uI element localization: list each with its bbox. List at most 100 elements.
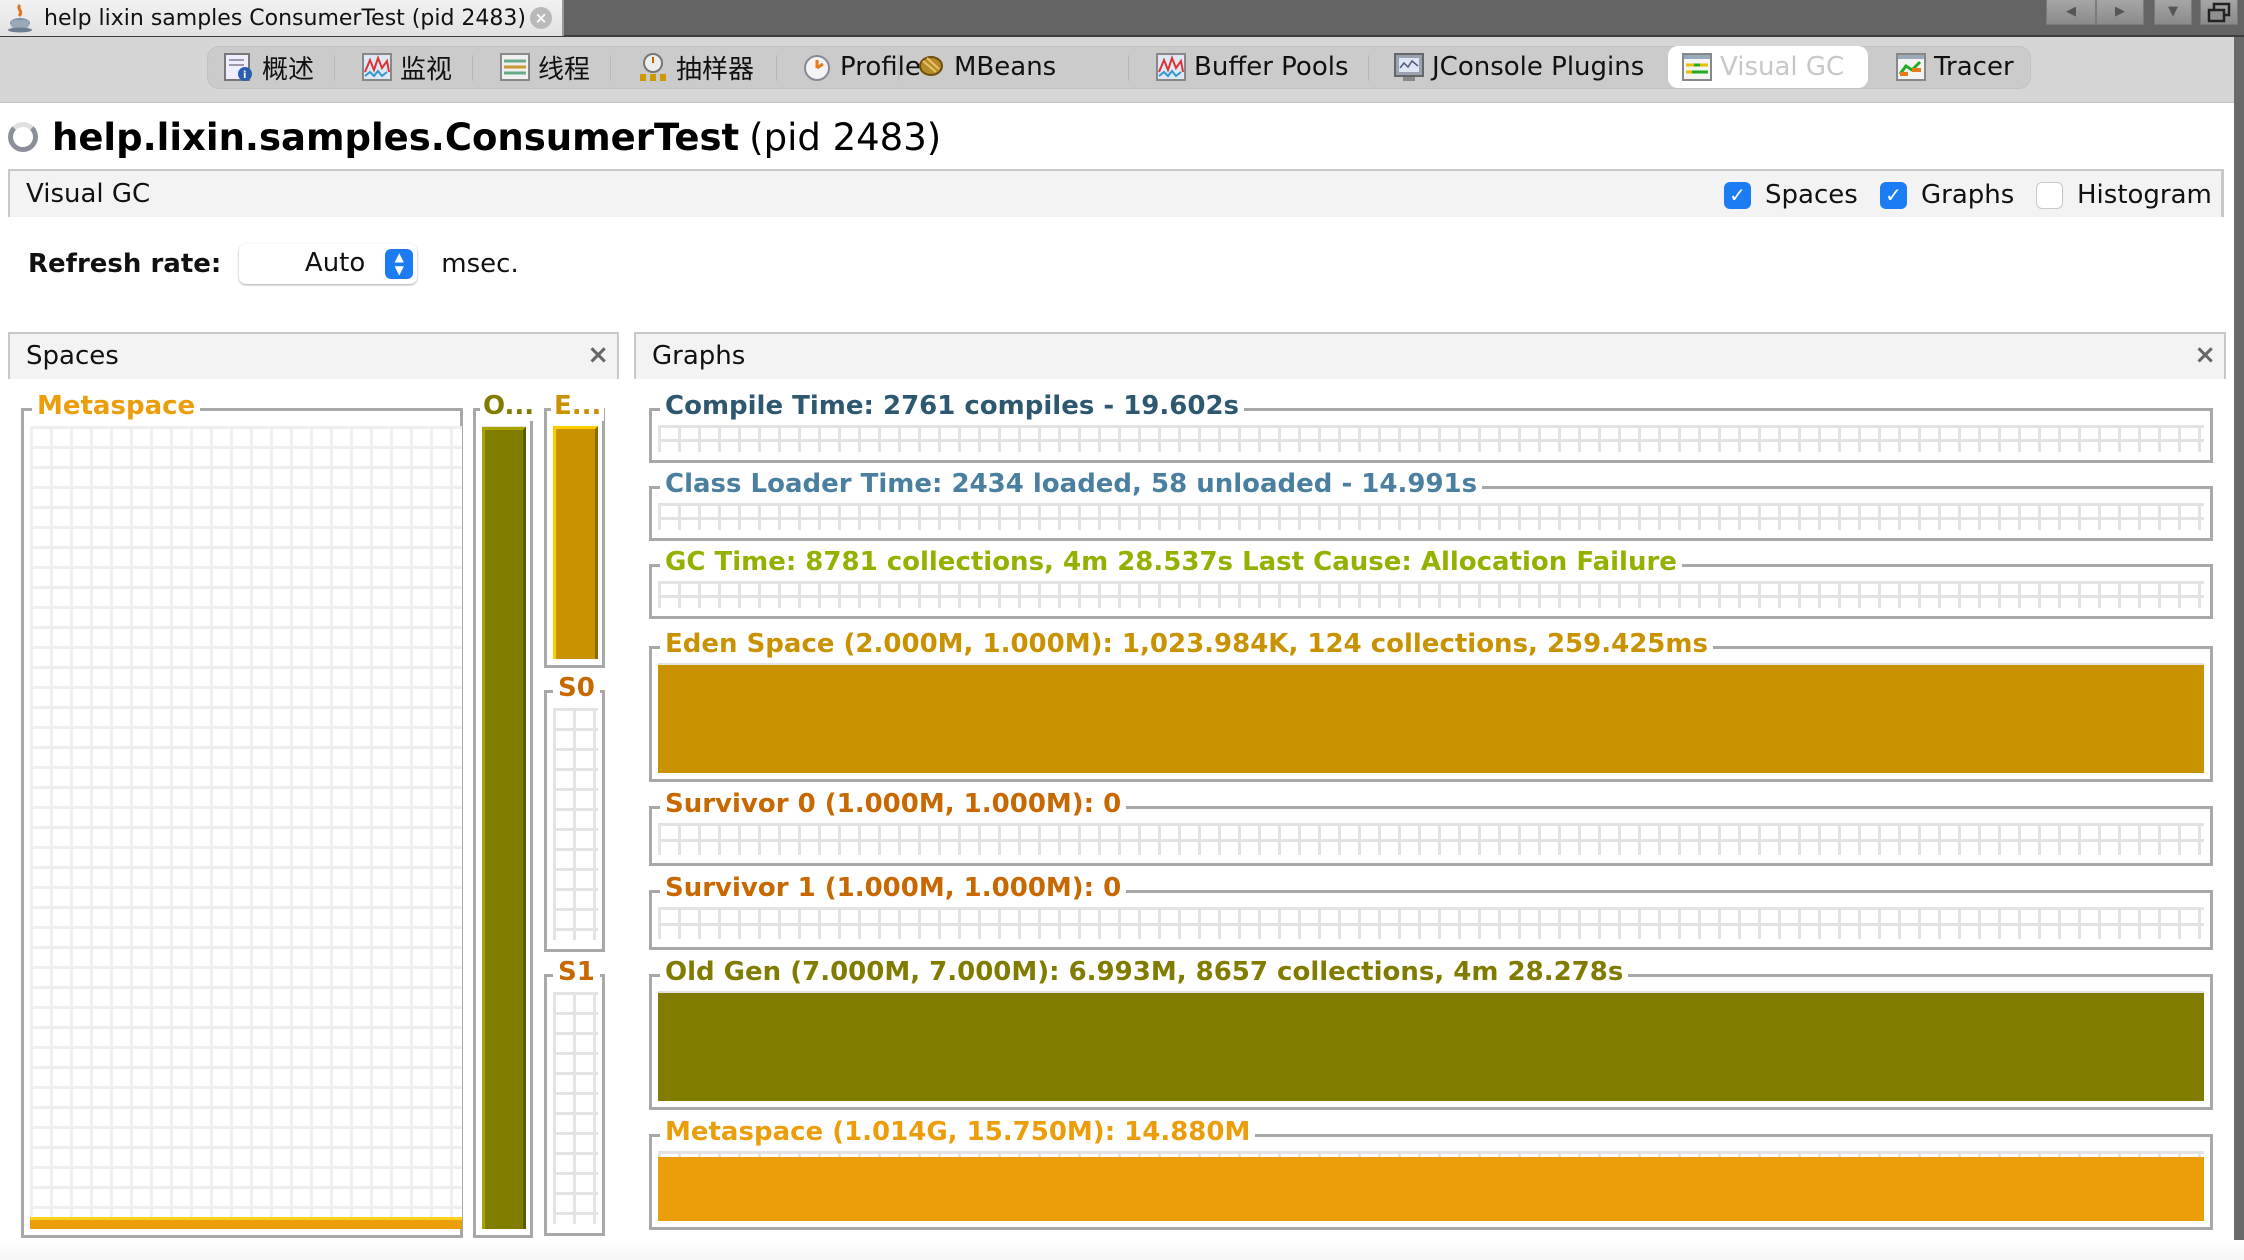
metaspace-usage-bar xyxy=(30,1217,462,1229)
toolbar-tracer-label: Tracer xyxy=(1934,52,2014,82)
survivor1-grid xyxy=(553,992,598,1224)
toolbar-mbeans-button[interactable]: MBeans xyxy=(916,47,1056,87)
histogram-checkbox-label: Histogram xyxy=(2077,180,2212,210)
application-name: help.lixin.samples.ConsumerTest xyxy=(52,115,740,159)
monitor-icon xyxy=(362,52,392,82)
graphs-panel-header: Graphs × xyxy=(634,332,2226,379)
bottom-edge xyxy=(0,1240,2244,1260)
java-cup-icon xyxy=(6,3,36,33)
old-gen-graph-label: Old Gen (7.000M, 7.000M): 6.993M, 8657 c… xyxy=(660,957,1629,987)
class-loader-time-graph-label: Class Loader Time: 2434 loaded, 58 unloa… xyxy=(660,469,1483,499)
window-edge xyxy=(2234,37,2244,1260)
checkbox-unchecked-icon[interactable] xyxy=(2036,181,2063,209)
toolbar-buffer-pools-label: Buffer Pools xyxy=(1194,52,1349,82)
checkbox-checked-icon[interactable]: ✓ xyxy=(1724,181,1751,209)
sampler-icon xyxy=(638,52,668,82)
loading-spinner-icon xyxy=(8,122,38,152)
histogram-checkbox[interactable]: Histogram xyxy=(2036,180,2212,210)
toolbar-monitor-button[interactable]: 监视 xyxy=(362,47,452,87)
toolbar-profiler-button[interactable]: Profiler xyxy=(802,47,932,87)
toolbar-sampler-label: 抽样器 xyxy=(676,54,755,85)
toolbar-overview-button[interactable]: i 概述 xyxy=(224,47,314,87)
select-arrows-icon[interactable]: ▲ ▼ xyxy=(385,249,414,279)
gc-time-graph-label: GC Time: 8781 collections, 4m 28.537s La… xyxy=(660,547,1682,577)
survivor1-space-label: S1 xyxy=(553,957,600,987)
toolbar-separator xyxy=(610,55,611,81)
checkbox-checked-icon[interactable]: ✓ xyxy=(1880,181,1907,209)
toolbar-separator xyxy=(898,55,899,81)
graph-grid xyxy=(658,503,2204,530)
tab-list-dropdown-button[interactable]: ▼ xyxy=(2154,0,2192,25)
toolbar-threads-button[interactable]: 线程 xyxy=(500,47,590,87)
survivor0-graph-label: Survivor 0 (1.000M, 1.000M): 0 xyxy=(660,789,1127,819)
close-graphs-panel-icon[interactable]: × xyxy=(2194,340,2216,370)
survivor0-graph: Survivor 0 (1.000M, 1.000M): 0 xyxy=(649,789,2213,866)
toolbar-sampler-button[interactable]: 抽样器 xyxy=(638,47,754,87)
scroll-tabs-right-button[interactable]: ▶ xyxy=(2096,0,2144,25)
restore-window-button[interactable] xyxy=(2200,0,2238,25)
toolbar-tracer-button[interactable]: Tracer xyxy=(1896,47,2014,87)
eden-space-box: E... xyxy=(544,391,605,668)
tracer-icon xyxy=(1896,52,1926,82)
refresh-rate-unit: msec. xyxy=(441,249,519,279)
graphs-panel-title: Graphs xyxy=(652,341,746,371)
toolbar-threads-label: 线程 xyxy=(538,54,591,85)
toolbar-overview-label: 概述 xyxy=(262,54,315,85)
old-gen-space-label: O... xyxy=(480,391,538,421)
eden-space-label: E... xyxy=(551,391,605,421)
spaces-checkbox[interactable]: ✓ Spaces xyxy=(1724,180,1858,210)
eden-space-graph-fill xyxy=(658,665,2204,773)
visual-gc-title: Visual GC xyxy=(26,179,151,209)
page-title: help.lixin.samples.ConsumerTest (pid 248… xyxy=(8,115,941,159)
survivor0-grid xyxy=(553,708,598,940)
toolbar-separator xyxy=(472,55,473,81)
toolbar-buffer-pools-button[interactable]: Buffer Pools xyxy=(1156,47,1349,87)
graphs-checkbox[interactable]: ✓ Graphs xyxy=(1880,180,2014,210)
toolbar-mbeans-label: MBeans xyxy=(954,52,1057,82)
metaspace-grid xyxy=(30,426,462,1226)
process-id: (pid 2483) xyxy=(749,115,942,159)
window-tab-bar: help lixin samples ConsumerTest (pid 248… xyxy=(0,0,2244,37)
refresh-rate-select[interactable]: Auto ▲ ▼ xyxy=(239,244,418,284)
survivor0-space-box: S0 xyxy=(544,673,605,952)
close-tab-icon[interactable]: × xyxy=(530,7,552,29)
profiler-icon xyxy=(802,52,832,82)
graph-grid xyxy=(658,581,2204,608)
compile-time-graph-label: Compile Time: 2761 compiles - 19.602s xyxy=(660,391,1245,421)
visual-gc-header: Visual GC ✓ Spaces ✓ Graphs Histogram xyxy=(8,169,2224,217)
compile-time-graph: Compile Time: 2761 compiles - 19.602s xyxy=(649,391,2213,463)
view-toolbar: i 概述 监视 线程 抽样器 Profiler MBeans Buffer Po… xyxy=(0,37,2234,103)
spaces-checkbox-label: Spaces xyxy=(1765,180,1858,210)
survivor1-graph-label: Survivor 1 (1.000M, 1.000M): 0 xyxy=(660,873,1127,903)
toolbar-visual-gc-label: Visual GC xyxy=(1720,52,1845,82)
close-spaces-panel-icon[interactable]: × xyxy=(587,340,609,370)
class-loader-time-graph: Class Loader Time: 2434 loaded, 58 unloa… xyxy=(649,469,2213,541)
toolbar-separator xyxy=(334,55,335,81)
toolbar-separator xyxy=(1368,55,1369,81)
toolbar-jconsole-plugins-button[interactable]: JConsole Plugins xyxy=(1394,47,1644,87)
eden-space-graph-label: Eden Space (2.000M, 1.000M): 1,023.984K,… xyxy=(660,629,1713,659)
eden-space-graph: Eden Space (2.000M, 1.000M): 1,023.984K,… xyxy=(649,629,2213,782)
metaspace-space-box: Metaspace xyxy=(21,391,463,1238)
eden-usage-bar xyxy=(553,426,598,659)
toolbar-monitor-label: 监视 xyxy=(400,54,453,85)
threads-icon xyxy=(500,52,530,82)
spaces-panel-title: Spaces xyxy=(26,341,119,371)
graph-grid xyxy=(658,907,2204,939)
buffer-pools-icon xyxy=(1156,52,1186,82)
metaspace-graph-fill xyxy=(658,1157,2204,1221)
survivor0-space-label: S0 xyxy=(553,673,600,703)
mbeans-icon xyxy=(916,52,946,82)
refresh-rate-row: Refresh rate: Auto ▲ ▼ msec. xyxy=(28,244,519,284)
old-gen-graph-fill xyxy=(658,993,2204,1101)
gc-time-graph: GC Time: 8781 collections, 4m 28.537s La… xyxy=(649,547,2213,619)
old-gen-graph: Old Gen (7.000M, 7.000M): 6.993M, 8657 c… xyxy=(649,957,2213,1110)
survivor1-graph: Survivor 1 (1.000M, 1.000M): 0 xyxy=(649,873,2213,950)
metaspace-space-label: Metaspace xyxy=(32,391,201,421)
visual-gc-icon xyxy=(1682,52,1712,82)
refresh-rate-value: Auto xyxy=(304,248,366,278)
document-tab[interactable]: help lixin samples ConsumerTest (pid 248… xyxy=(0,0,564,36)
scroll-tabs-left-button[interactable]: ◀ xyxy=(2046,0,2096,25)
graph-grid xyxy=(658,425,2204,452)
toolbar-visual-gc-button[interactable]: Visual GC xyxy=(1668,46,1868,88)
